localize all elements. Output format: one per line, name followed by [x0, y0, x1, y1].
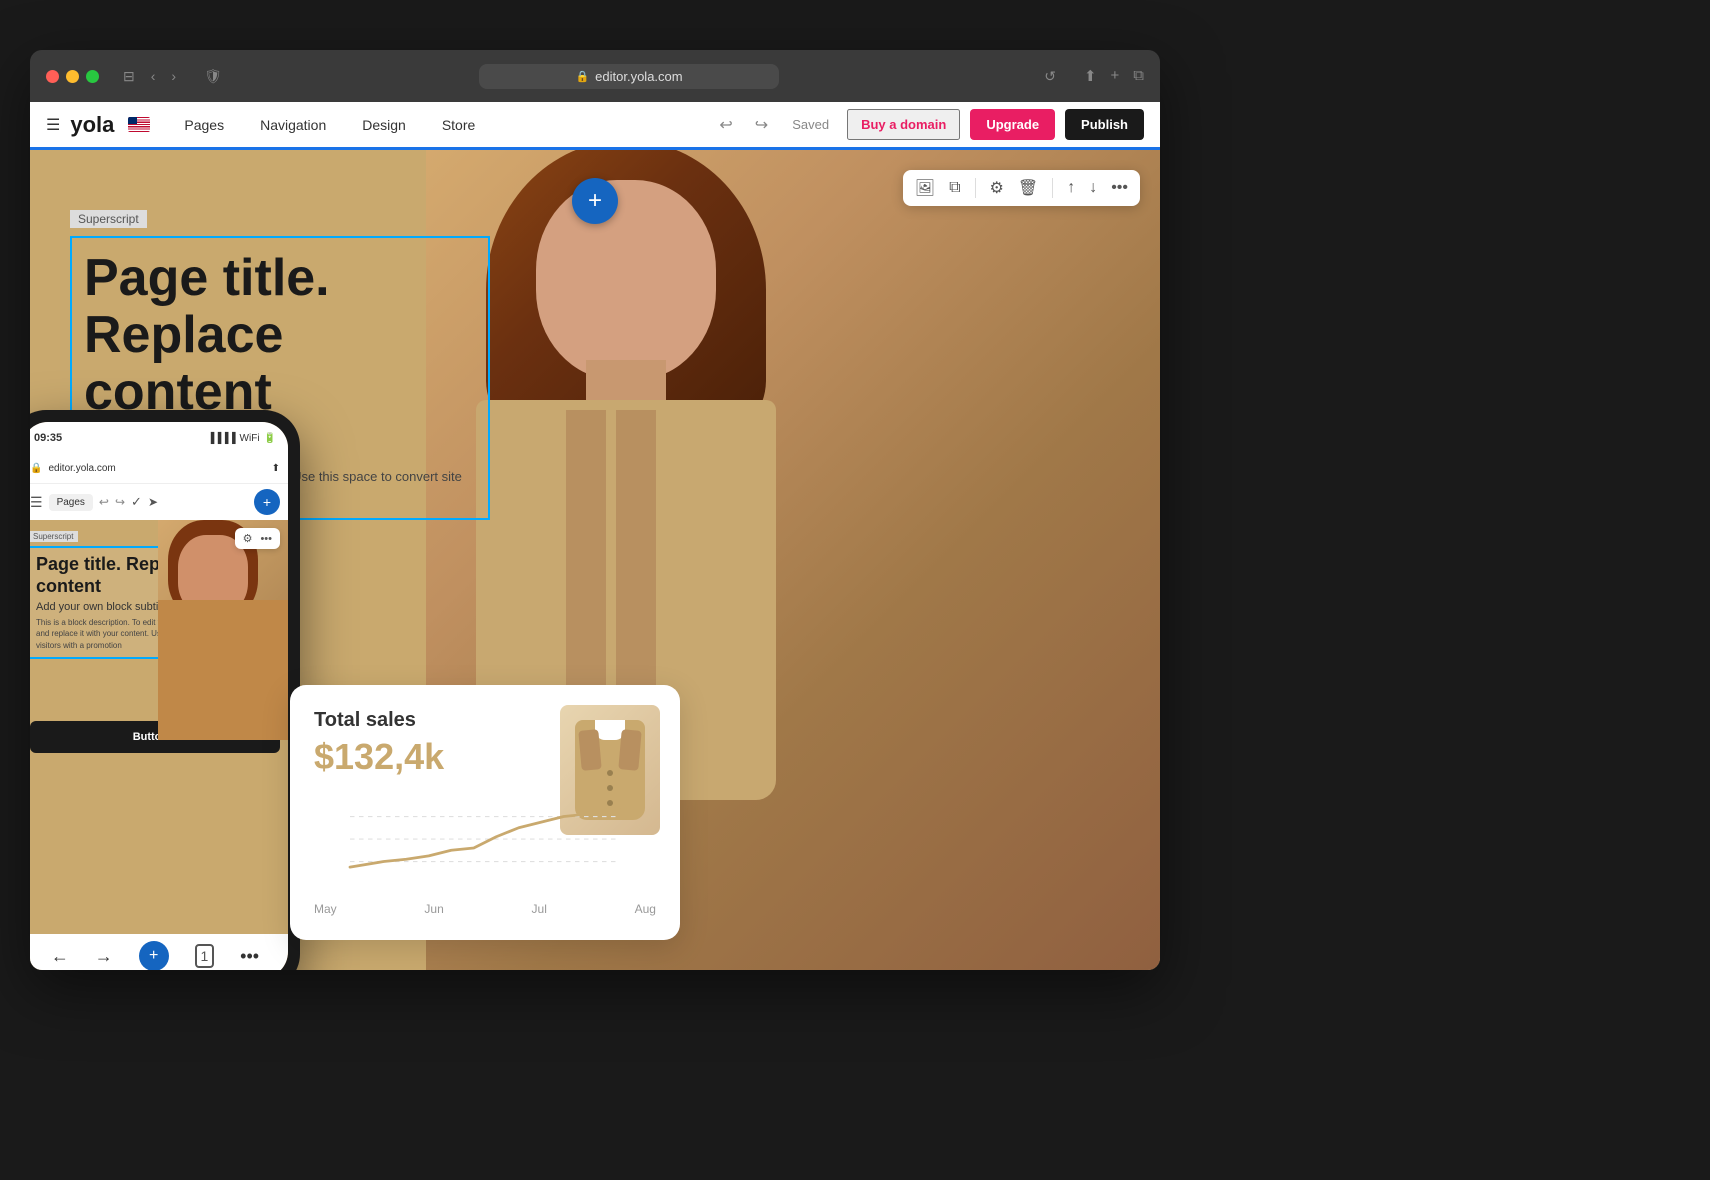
browser-window: ⊟ ‹ › 🛡 🔒 editor.yola.com ↺ ⬆ + ⧉ ☰ yola…: [30, 50, 1160, 970]
phone-redo-icon[interactable]: ↪: [115, 495, 125, 509]
month-jul: Jul: [532, 902, 547, 916]
toolbar-divider-2: [1052, 178, 1053, 198]
back-icon[interactable]: ‹: [147, 64, 160, 89]
sales-chart: [314, 794, 656, 894]
move-down-tool-icon[interactable]: ↓: [1089, 179, 1097, 197]
delete-tool-icon[interactable]: 🗑: [1018, 178, 1038, 198]
redo-button[interactable]: ↪: [749, 111, 774, 139]
phone-menu-icon[interactable]: •••: [240, 946, 259, 967]
browser-action-icons: ⬆ + ⧉: [1084, 67, 1144, 85]
phone-settings-icon[interactable]: ⚙: [243, 532, 253, 545]
traffic-lights: [46, 70, 99, 83]
forward-icon[interactable]: ›: [167, 64, 180, 89]
copy-tool-icon[interactable]: ⧉: [949, 179, 960, 197]
phone-status-bar: 09:35 ▐▐▐▐ WiFi 🔋: [30, 422, 288, 454]
phone-status-icons: ▐▐▐▐ WiFi 🔋: [207, 433, 276, 444]
month-aug: Aug: [635, 902, 656, 916]
nav-store[interactable]: Store: [424, 101, 493, 149]
add-section-button[interactable]: +: [572, 178, 618, 224]
phone-pages-button[interactable]: Pages: [49, 494, 93, 511]
flag-icon: [128, 117, 150, 132]
app-toolbar: ☰ yola Pages Navigation Design Store ↩ ↪…: [30, 102, 1160, 150]
sales-card: Total sales $132,4k: [290, 685, 680, 940]
address-bar[interactable]: 🔒 editor.yola.com: [479, 64, 779, 89]
phone-lock-icon: 🔒: [30, 463, 42, 474]
phone-back-icon[interactable]: ←: [51, 946, 69, 967]
share-icon[interactable]: ⬆: [1084, 67, 1097, 85]
phone-mockup: 09:35 ▐▐▐▐ WiFi 🔋 🔒 editor.yola.com ⬆ ☰: [30, 410, 300, 970]
signal-icon: ▐▐▐▐: [207, 433, 235, 444]
yola-logo: yola: [70, 112, 114, 138]
phone-screen: 09:35 ▐▐▐▐ WiFi 🔋 🔒 editor.yola.com ⬆ ☰: [30, 422, 288, 970]
hero-title: Page title. Replace content: [84, 250, 476, 422]
phone-check-icon[interactable]: ✓: [131, 494, 142, 510]
saved-status: Saved: [792, 117, 829, 132]
phone-undo-icon[interactable]: ↩: [99, 495, 109, 509]
undo-button[interactable]: ↩: [713, 111, 738, 139]
sales-months: May Jun Jul Aug: [314, 902, 656, 916]
phone-floating-actions: ⚙ •••: [235, 528, 280, 549]
phone-more-icon[interactable]: •••: [260, 533, 272, 545]
toolbar-nav: Pages Navigation Design Store: [166, 101, 493, 149]
wifi-icon: WiFi: [240, 433, 260, 444]
address-text: editor.yola.com: [595, 69, 682, 84]
phone-content: ⚙ ••• Superscript: [30, 520, 288, 920]
settings-tool-icon[interactable]: ⚙: [990, 178, 1004, 198]
phone-time: 09:35: [34, 432, 62, 444]
move-up-tool-icon[interactable]: ↑: [1067, 179, 1075, 197]
nav-navigation[interactable]: Navigation: [242, 101, 344, 149]
editor-toolbar-floating: 🖼 ⧉ ⚙ 🗑 ↑ ↓ •••: [903, 170, 1140, 206]
phone-add-button[interactable]: +: [254, 489, 280, 515]
browser-titlebar: ⊟ ‹ › 🛡 🔒 editor.yola.com ↺ ⬆ + ⧉: [30, 50, 1160, 102]
nav-design[interactable]: Design: [344, 101, 424, 149]
phone-bottom-bar: ← → + 1 •••: [30, 934, 288, 970]
maximize-button[interactable]: [86, 70, 99, 83]
phone-tabs-icon[interactable]: 1: [195, 944, 215, 968]
upgrade-button[interactable]: Upgrade: [970, 109, 1055, 140]
shield-icon: 🛡: [200, 64, 226, 89]
editor-content: Superscript Page title. Replace content …: [30, 150, 1160, 970]
lock-icon: 🔒: [575, 70, 589, 83]
image-tool-icon[interactable]: 🖼: [915, 178, 935, 198]
phone-model-bg: [158, 520, 288, 740]
hero-superscript: Superscript: [70, 210, 147, 228]
browser-nav-icons: ⊟ ‹ ›: [119, 64, 180, 89]
toolbar-divider: [975, 178, 976, 198]
refresh-icon[interactable]: ↺: [1040, 64, 1060, 89]
phone-address-bar: 🔒 editor.yola.com ⬆: [30, 454, 288, 484]
new-tab-icon[interactable]: +: [1111, 67, 1120, 85]
minimize-button[interactable]: [66, 70, 79, 83]
chart-svg: [314, 794, 656, 884]
toolbar-right: ↩ ↪ Saved Buy a domain Upgrade Publish: [713, 109, 1144, 140]
hamburger-icon[interactable]: ☰: [46, 115, 60, 135]
more-tool-icon[interactable]: •••: [1111, 179, 1128, 197]
battery-icon: 🔋: [264, 433, 276, 444]
publish-button[interactable]: Publish: [1065, 109, 1144, 140]
month-jun: Jun: [424, 902, 443, 916]
month-may: May: [314, 902, 337, 916]
phone-address: editor.yola.com: [48, 463, 115, 474]
phone-toolbar: ☰ Pages ↩ ↪ ✓ ➤ +: [30, 484, 288, 520]
phone-bottom-add-button[interactable]: +: [139, 941, 169, 970]
phone-forward-icon[interactable]: →: [95, 946, 113, 967]
nav-pages[interactable]: Pages: [166, 101, 242, 149]
phone-hamburger-icon[interactable]: ☰: [30, 494, 43, 511]
close-button[interactable]: [46, 70, 59, 83]
phone-arrow-icon[interactable]: ➤: [148, 495, 158, 509]
phone-share-icon: ⬆: [272, 463, 280, 474]
tabs-icon[interactable]: ⧉: [1133, 67, 1144, 85]
phone-superscript: Superscript: [30, 531, 78, 542]
buy-domain-button[interactable]: Buy a domain: [847, 109, 960, 140]
sidebar-toggle-icon[interactable]: ⊟: [119, 64, 139, 89]
